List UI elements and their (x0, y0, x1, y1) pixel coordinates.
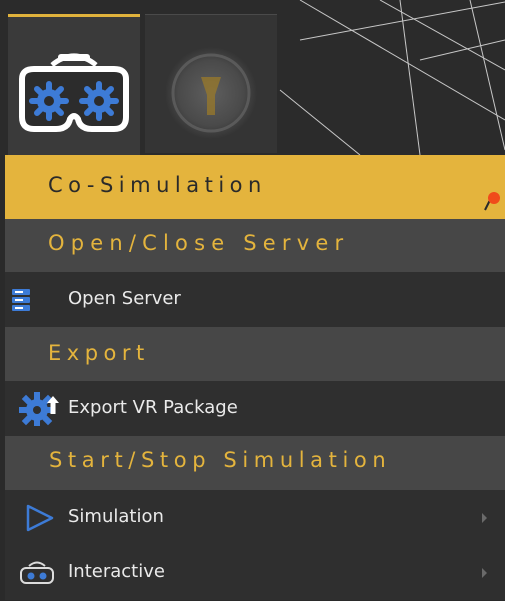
menu-item-export-vr-package[interactable]: Export VR Package (5, 381, 505, 436)
menu-item-label: Export VR Package (68, 397, 238, 418)
viewport-background (0, 0, 505, 155)
menu-title-bar: Co-Simulation (5, 155, 505, 219)
tab-vr[interactable] (8, 14, 140, 155)
chevron-right-icon (482, 568, 487, 578)
blurred-logo-icon (165, 47, 257, 139)
section-label: Start/Stop Simulation (49, 448, 392, 472)
gear-upload-icon (11, 381, 65, 436)
play-triangle-icon (11, 490, 63, 545)
menu-item-interactive[interactable]: Interactive (5, 545, 505, 600)
vr-headset-icon (11, 545, 63, 600)
menu-item-label: Interactive (68, 561, 165, 582)
vr-headset-gears-icon (19, 53, 129, 132)
section-label: Export (48, 341, 150, 365)
section-label: Open/Close Server (48, 231, 350, 255)
tab-logo[interactable] (145, 14, 277, 153)
map-pin-icon[interactable] (483, 191, 501, 211)
menu-item-simulation[interactable]: Simulation (5, 490, 505, 545)
menu-item-label: Open Server (68, 288, 181, 309)
menu-item-label: Simulation (68, 506, 164, 527)
menu-item-open-server[interactable]: Open Server (5, 272, 505, 327)
server-icon (11, 272, 31, 327)
co-simulation-menu: Co-Simulation Open/Close Server Open Ser… (5, 155, 505, 600)
section-open-close-server: Open/Close Server (5, 219, 505, 272)
section-start-stop-simulation: Start/Stop Simulation (5, 436, 505, 490)
chevron-right-icon (482, 513, 487, 523)
menu-title: Co-Simulation (48, 173, 267, 197)
section-export: Export (5, 327, 505, 381)
